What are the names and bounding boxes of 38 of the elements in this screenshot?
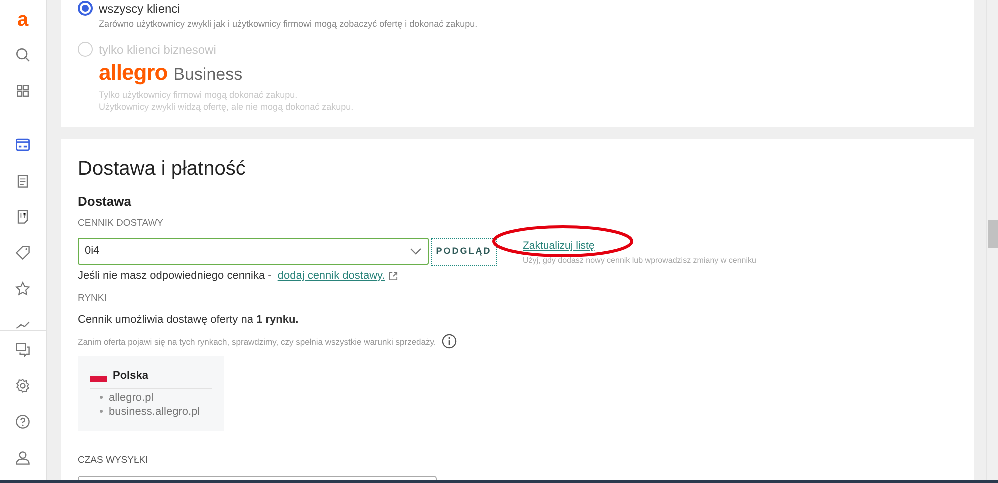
field-label: CENNIK DOSTAWY [78,218,165,230]
star-icon[interactable] [14,280,32,298]
market-site: allegro.pl [109,390,154,404]
country-name: Polska [113,369,148,384]
brand-suffix: Business [174,64,243,86]
field-label: RYNKI [78,293,108,305]
price-list-select[interactable]: 0i4 [78,238,429,265]
section-title: Dostawa i płatność [78,157,247,181]
market-site: business.allegro.pl [109,404,200,418]
scrollbar[interactable] [986,0,998,480]
refresh-hint: Użyj, gdy dodasz nowy cennik lub wprowadzisz zmiany w cenniku [523,256,756,266]
scrollbar-thumb[interactable] [988,220,998,248]
calendar-icon[interactable] [14,136,32,154]
radio-button[interactable] [78,1,93,16]
help-icon[interactable] [14,413,32,431]
radio-label[interactable]: wszyscy klienci [99,2,180,16]
helper-text: Jeśli nie masz odpowiedniego cennika - [78,269,272,283]
grid-icon[interactable] [14,82,32,100]
add-price-list-link[interactable]: dodaj cennik dostawy. [278,269,386,283]
info-icon[interactable] [442,334,458,349]
markets-text: Cennik umożliwia dostawę oferty na 1 rynku. [78,313,300,327]
option-description: Zarówno użytkownicy zwykli jak i użytkownicy firmowi mogą zobaczyć ofertę i dokonać zakupu. [99,18,479,30]
preview-button[interactable]: PODGLĄD [431,238,497,266]
logo[interactable]: a [17,8,29,32]
tag-icon[interactable] [14,244,32,262]
refresh-link[interactable]: Zaktualizuj listę [523,239,756,253]
markets-hint: Zanim oferta pojawi się na tych rynkach, sprawdzimy, czy spełnia wszystkie warunki sprzedaży. [78,336,436,348]
section-subtitle: Dostawa [78,194,132,210]
settings-icon[interactable] [14,377,32,395]
bullet-icon [100,396,103,399]
chevron-down-icon [410,248,422,256]
brand-logo: allegro [99,61,168,85]
bullet-icon [100,410,103,413]
user-icon[interactable] [14,449,32,467]
field-label: CZAS WYSYŁKI [78,454,150,466]
search-icon[interactable] [14,46,32,64]
external-link-icon [389,272,398,280]
chat-icon[interactable] [14,341,32,359]
